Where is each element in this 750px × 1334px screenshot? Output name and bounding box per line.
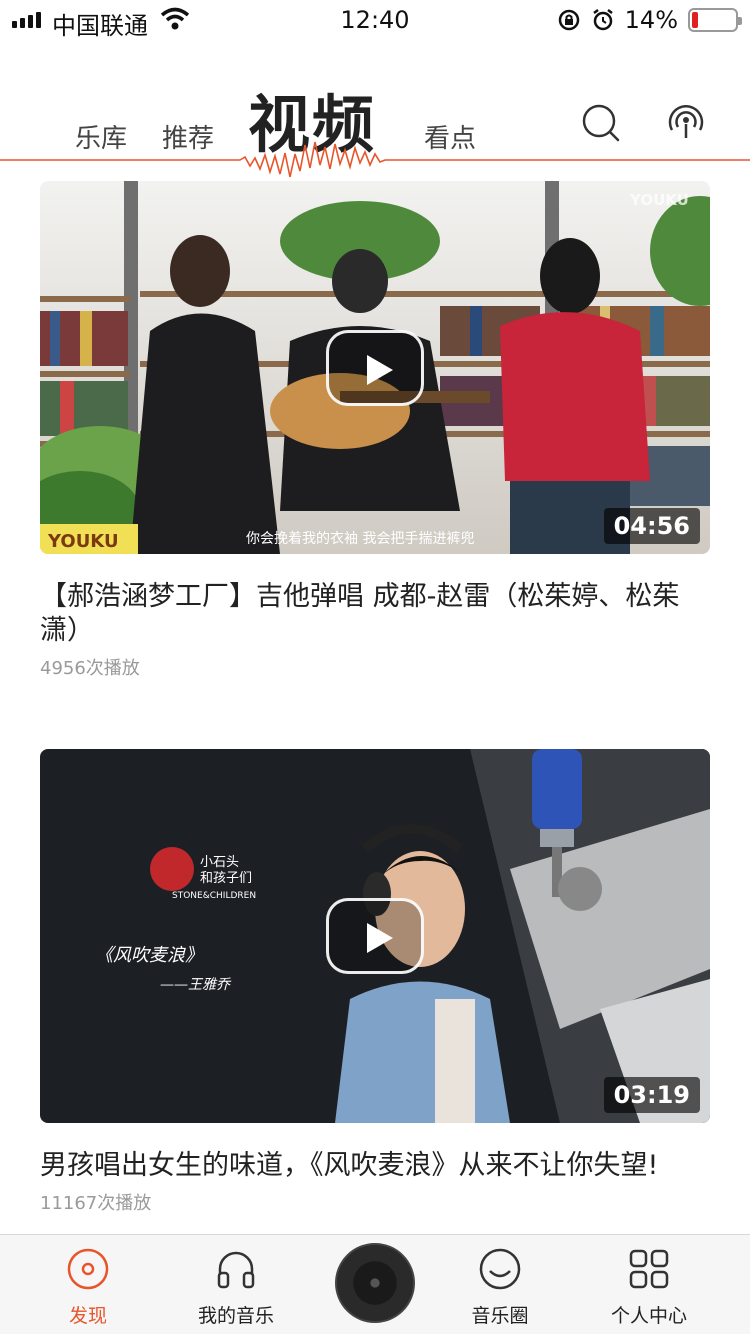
grid-icon bbox=[629, 1249, 669, 1289]
nav-label: 个人中心 bbox=[610, 1305, 687, 1327]
play-button[interactable] bbox=[326, 329, 424, 406]
headphones-icon bbox=[217, 1251, 255, 1289]
nav-discover[interactable]: 发现 bbox=[28, 1235, 148, 1334]
video-subtitle: 你会挽着我的衣袖 我会把手揣进裤兜 bbox=[246, 531, 474, 547]
play-count: 4956次播放 bbox=[40, 658, 140, 679]
status-bar: 中国联通 12:40 14% bbox=[0, 0, 750, 40]
nav-music-circle[interactable]: 音乐圈 bbox=[440, 1235, 560, 1334]
video-thumbnail[interactable]: 小石头 和孩子们 STONE&CHILDREN 《风吹麦浪》 ——王雅乔 03:… bbox=[40, 749, 710, 1123]
play-count: 11167次播放 bbox=[40, 1193, 152, 1214]
nav-label: 我的音乐 bbox=[197, 1305, 274, 1327]
video-thumbnail[interactable]: YOUKU YOUKU 你会挽着我的衣袖 我会把手揣进裤兜 04:56 bbox=[40, 181, 710, 554]
active-tab-waveform bbox=[0, 141, 750, 178]
video-card[interactable]: 小石头 和孩子们 STONE&CHILDREN 《风吹麦浪》 ——王雅乔 03:… bbox=[40, 749, 710, 1215]
discover-icon bbox=[67, 1248, 109, 1290]
video-duration: 03:19 bbox=[603, 1077, 700, 1113]
youku-watermark: YOUKU bbox=[629, 191, 689, 209]
channel-logo-line2: 和孩子们 bbox=[200, 871, 252, 886]
video-title[interactable]: 【郝浩涵梦工厂】吉他弹唱 成都-赵雷（松茱婷、松茱潇） bbox=[40, 580, 710, 648]
search-icon[interactable] bbox=[580, 102, 622, 144]
nav-label: 发现 bbox=[68, 1305, 107, 1327]
channel-logo-line3: STONE&CHILDREN bbox=[172, 891, 256, 901]
music-circle-icon bbox=[479, 1248, 521, 1290]
channel-logo-line1: 小石头 bbox=[200, 855, 239, 870]
youku-logo: YOUKU bbox=[47, 531, 119, 552]
nav-label: 音乐圈 bbox=[471, 1305, 529, 1327]
video-card[interactable]: YOUKU YOUKU 你会挽着我的衣袖 我会把手揣进裤兜 04:56 【郝浩涵… bbox=[40, 181, 710, 680]
nav-my-music[interactable]: 我的音乐 bbox=[176, 1235, 296, 1334]
battery-percent: 14% bbox=[624, 6, 678, 34]
play-button[interactable] bbox=[326, 898, 424, 974]
radio-icon[interactable] bbox=[664, 100, 708, 144]
video-duration: 04:56 bbox=[603, 508, 700, 544]
nav-profile[interactable]: 个人中心 bbox=[589, 1235, 709, 1334]
now-playing-disc[interactable] bbox=[335, 1243, 415, 1323]
rotation-lock-icon bbox=[558, 9, 579, 31]
song-name: 《风吹麦浪》 bbox=[95, 945, 203, 966]
alarm-icon bbox=[592, 9, 613, 31]
singer-name: ——王雅乔 bbox=[160, 977, 232, 993]
battery-icon bbox=[688, 8, 742, 32]
video-title[interactable]: 男孩唱出女生的味道，《风吹麦浪》从来不让你失望! bbox=[40, 1149, 710, 1183]
